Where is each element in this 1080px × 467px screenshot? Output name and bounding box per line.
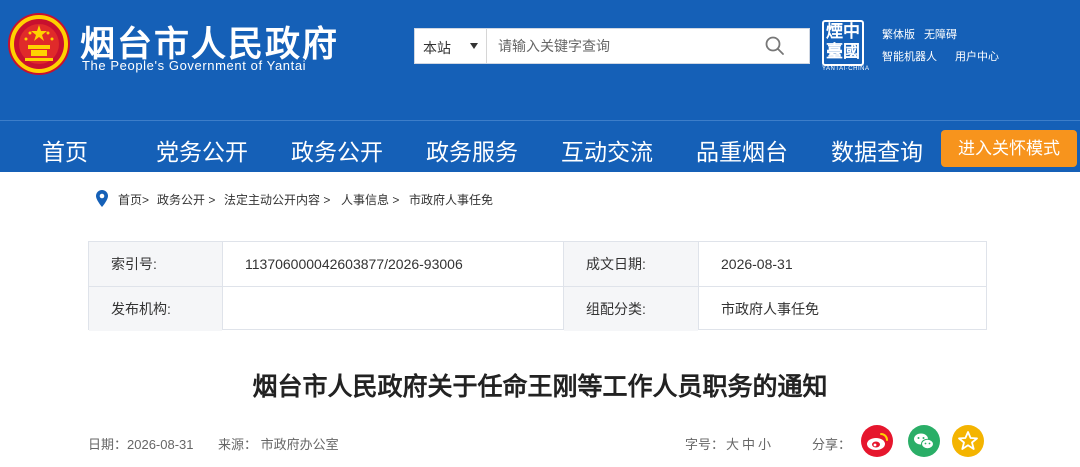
- user-center-link[interactable]: 用户中心: [955, 48, 999, 64]
- seal-characters: 煙中 臺國: [826, 22, 860, 62]
- nav-government-affairs[interactable]: 政务公开: [291, 133, 383, 167]
- date-value: 2026-08-31: [721, 256, 793, 272]
- search-box: 本站: [414, 28, 810, 64]
- chevron-down-icon: [470, 43, 478, 49]
- weibo-icon[interactable]: [861, 425, 893, 457]
- issuer-value: [223, 287, 563, 331]
- favorite-icon[interactable]: [952, 425, 984, 457]
- smart-robot-link[interactable]: 智能机器人: [882, 48, 937, 64]
- breadcrumb-government-affairs[interactable]: 政务公开 >: [157, 191, 215, 208]
- issuer-label: 发布机构:: [89, 287, 222, 331]
- breadcrumb-appointments[interactable]: 市政府人事任免: [409, 191, 493, 208]
- breadcrumb-personnel-info[interactable]: 人事信息 >: [341, 191, 399, 208]
- font-size-label: 字号：: [685, 437, 725, 452]
- index-label: 索引号:: [89, 242, 222, 286]
- table-divider: [89, 286, 986, 287]
- main-nav: 首页 党务公开 政务公开 政务服务 互动交流 品重烟台 数据查询 进入关怀模式: [0, 120, 1080, 172]
- font-size-medium[interactable]: 中: [742, 434, 755, 453]
- index-value: 113706000042603877/2026-93006: [245, 256, 463, 272]
- search-icon[interactable]: [763, 34, 787, 58]
- yantai-seal-logo: 煙中 臺國: [822, 20, 864, 66]
- share-label: 分享：: [812, 437, 852, 452]
- document-info-table: 索引号: 113706000042603877/2026-93006 成文日期:…: [88, 241, 987, 331]
- date-label: 成文日期:: [564, 242, 698, 286]
- category-value: 市政府人事任免: [721, 301, 819, 317]
- accessibility-link[interactable]: 无障碍: [924, 26, 957, 42]
- seal-char: 煙: [826, 22, 843, 41]
- nav-government-services[interactable]: 政务服务: [426, 133, 518, 167]
- article-title: 烟台市人民政府关于任命王刚等工作人员职务的通知: [252, 373, 828, 401]
- seal-char: 中: [843, 22, 860, 41]
- font-size-large[interactable]: 大: [726, 434, 739, 453]
- location-pin-icon: [96, 190, 108, 207]
- care-mode-button[interactable]: 进入关怀模式: [941, 130, 1077, 167]
- font-size-small[interactable]: 小: [758, 434, 771, 453]
- nav-home[interactable]: 首页: [42, 133, 88, 167]
- nav-interaction[interactable]: 互动交流: [561, 133, 653, 167]
- search-input[interactable]: [488, 29, 758, 63]
- site-subtitle: The People's Government of Yantai: [82, 58, 307, 73]
- publish-date: 日期：2026-08-31: [88, 437, 194, 452]
- search-scope-select[interactable]: 本站: [415, 29, 487, 63]
- nav-yantai[interactable]: 品重烟台: [696, 133, 788, 167]
- wechat-icon[interactable]: [908, 425, 940, 457]
- seal-char: 國: [843, 42, 860, 61]
- traditional-chinese-link[interactable]: 繁体版: [882, 26, 915, 42]
- national-emblem-icon: [8, 13, 70, 75]
- search-scope-label: 本站: [423, 40, 451, 56]
- breadcrumb-statutory-disclosure[interactable]: 法定主动公开内容 >: [224, 191, 330, 208]
- nav-party-affairs[interactable]: 党务公开: [156, 133, 248, 167]
- seal-char: 臺: [826, 42, 843, 61]
- category-label: 组配分类:: [564, 287, 698, 331]
- site-header: 烟台市人民政府 The People's Government of Yanta…: [0, 0, 1080, 120]
- breadcrumb-home[interactable]: 首页>: [118, 191, 149, 208]
- nav-data-query[interactable]: 数据查询: [831, 133, 923, 167]
- article-source: 来源： 市政府办公室: [218, 437, 339, 452]
- seal-caption: YANTAI·CHINA: [822, 66, 870, 72]
